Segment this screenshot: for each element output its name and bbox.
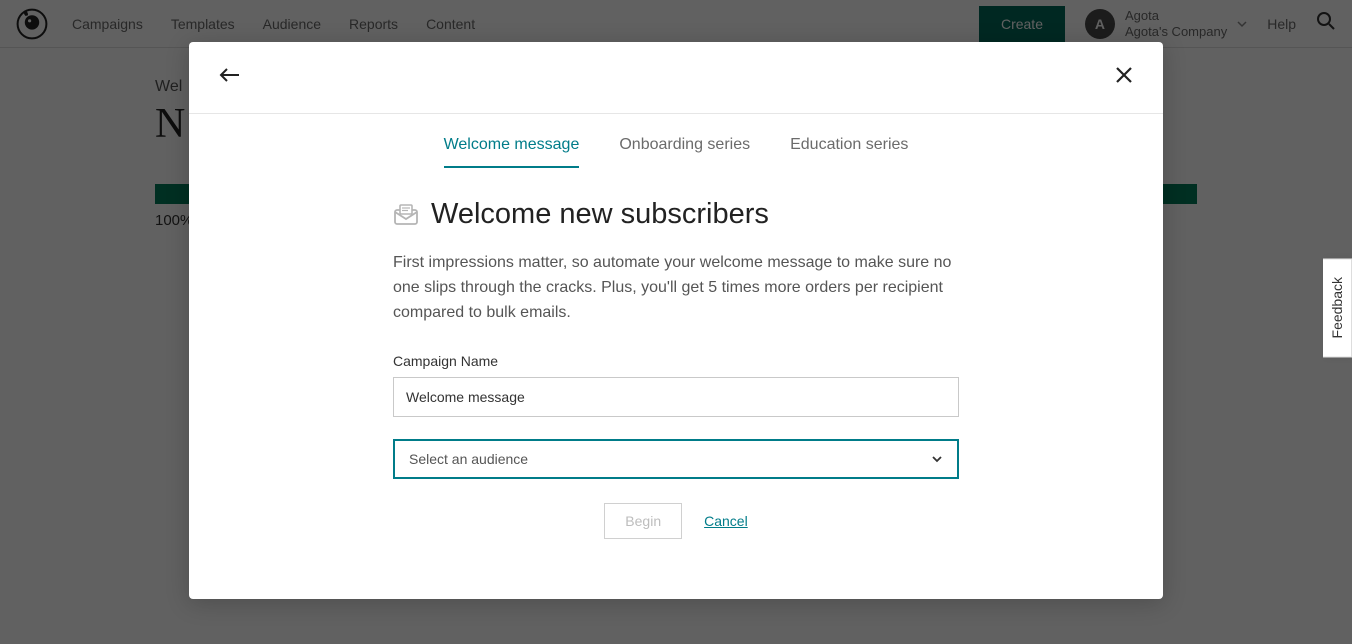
modal-content: Welcome new subscribers First impression… xyxy=(393,198,959,539)
modal-actions: Begin Cancel xyxy=(393,503,959,539)
campaign-name-label: Campaign Name xyxy=(393,353,959,369)
audience-select-placeholder: Select an audience xyxy=(409,451,528,467)
modal-title-row: Welcome new subscribers xyxy=(393,198,959,231)
modal-description: First impressions matter, so automate yo… xyxy=(393,251,959,325)
modal-header xyxy=(189,42,1163,114)
mail-icon xyxy=(393,202,419,228)
modal-body: Welcome new subscribers First impression… xyxy=(189,168,1163,539)
modal-tabs: Welcome message Onboarding series Educat… xyxy=(189,114,1163,168)
modal-heading: Welcome new subscribers xyxy=(431,198,769,231)
modal: Welcome message Onboarding series Educat… xyxy=(189,42,1163,599)
close-button[interactable] xyxy=(1115,66,1133,89)
begin-button[interactable]: Begin xyxy=(604,503,682,539)
audience-select[interactable]: Select an audience xyxy=(393,439,959,479)
tab-education-series[interactable]: Education series xyxy=(790,136,908,168)
cancel-link[interactable]: Cancel xyxy=(704,513,748,529)
tab-onboarding-series[interactable]: Onboarding series xyxy=(619,136,750,168)
feedback-tab[interactable]: Feedback xyxy=(1323,258,1352,357)
campaign-name-input[interactable] xyxy=(393,377,959,417)
chevron-down-icon xyxy=(931,453,943,465)
tab-welcome-message[interactable]: Welcome message xyxy=(444,136,580,168)
back-button[interactable] xyxy=(219,67,241,88)
arrow-left-icon xyxy=(219,67,241,83)
close-icon xyxy=(1115,66,1133,84)
